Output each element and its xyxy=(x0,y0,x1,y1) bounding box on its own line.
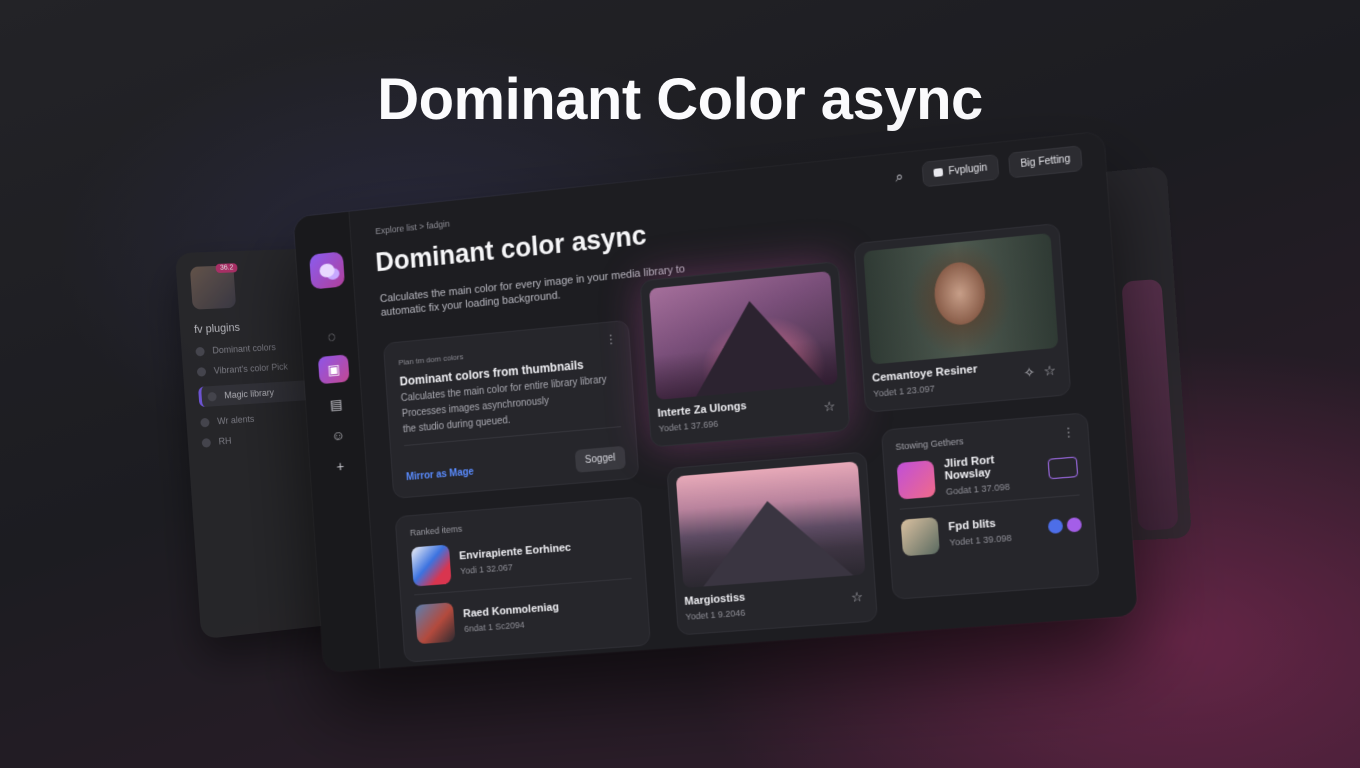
ghost-item-label: Magic library xyxy=(224,387,274,400)
ghost-item-label: RH xyxy=(218,436,231,447)
palette-icon: ◌ xyxy=(327,328,336,344)
item-title: Fpd blits xyxy=(948,516,1011,533)
hero-title: Dominant Color async xyxy=(0,66,1360,133)
item-thumbnail xyxy=(415,602,456,644)
item-dot-icon xyxy=(195,346,205,356)
image-card[interactable]: Margiostiss Yodet 1 9.2046 ☆ xyxy=(666,451,878,635)
plugin-button-label: Fvplugin xyxy=(948,162,988,177)
list-item[interactable]: Fpd blits Yodet 1 39.098 xyxy=(901,506,1083,557)
gallery-icon: ▣ xyxy=(327,360,340,378)
app-logo[interactable] xyxy=(309,251,345,289)
item-title: Jlird Rort Nowslay xyxy=(943,451,1038,483)
main-content: Explore list > fadgin Dominant color asy… xyxy=(361,132,1138,668)
item-dot-icon xyxy=(202,438,212,448)
settings-button[interactable]: Big Fetting xyxy=(1008,145,1083,178)
item-thumbnail xyxy=(897,460,936,500)
item-thumbnail xyxy=(901,517,940,556)
sparkle-icon[interactable]: ✧ xyxy=(1023,364,1035,381)
plugin-card: ⋮ Plan tm dom colors Dominant colors fro… xyxy=(383,320,640,499)
list-item[interactable]: Envirapiente Eorhinec Yodi 1 32.067 xyxy=(411,530,631,586)
star-icon[interactable]: ☆ xyxy=(1043,362,1056,379)
image-card[interactable]: Cemantoye Resiner Yodet 1 23.097 ✧ ☆ xyxy=(853,223,1071,413)
rail-calendar-button[interactable]: ▤ xyxy=(320,389,352,419)
rail-add-button[interactable]: + xyxy=(324,451,356,481)
plus-icon: + xyxy=(336,458,345,474)
item-thumbnail xyxy=(411,545,452,587)
kebab-icon[interactable]: ⋮ xyxy=(1062,425,1076,440)
trending-card: ⋮ Stowing Gethers Jlird Rort Nowslay God… xyxy=(881,412,1100,600)
plugin-toggle-button[interactable]: Soggel xyxy=(575,446,626,473)
item-meta: Yodet 1 39.098 xyxy=(949,533,1012,548)
rail-palette-button[interactable]: ◌ xyxy=(316,321,348,351)
item-meta: Godat 1 37.098 xyxy=(946,479,1040,497)
search-icon: ⌕ xyxy=(895,168,904,186)
settings-button-label: Big Fetting xyxy=(1020,153,1071,169)
search-button[interactable]: ⌕ xyxy=(885,162,913,191)
image-preview xyxy=(863,233,1058,365)
list-item[interactable]: Jlird Rort Nowslay Godat 1 37.098 xyxy=(896,447,1078,500)
image-card[interactable]: Interte Za Ulongs Yodet 1 37.696 ☆ xyxy=(640,261,851,447)
rail-gallery-button[interactable]: ▣ xyxy=(318,354,350,384)
plugin-link[interactable]: Mirror as Mage xyxy=(406,467,474,483)
ghost-thumbnail: 36.2 xyxy=(190,265,236,309)
logo-icon xyxy=(319,263,335,278)
cloud-icon xyxy=(934,168,944,177)
star-icon[interactable]: ☆ xyxy=(851,589,864,606)
image-preview xyxy=(649,271,838,400)
image-preview xyxy=(676,461,866,588)
plugin-button[interactable]: Fvplugin xyxy=(922,153,1000,186)
trending-heading: Stowing Gethers xyxy=(895,427,1075,452)
list-item[interactable]: Raed Konmoleniag 6ndat 1 Sc2094 xyxy=(415,589,635,644)
blue-dot-icon xyxy=(1048,519,1064,534)
ranked-card: Ranked items Envirapiente Eorhinec Yodi … xyxy=(395,496,651,662)
emoji-icon: ☺ xyxy=(331,427,345,444)
app-window: ◌ ▣ ▤ ☺ + Explore list > fadgin Dominant… xyxy=(293,132,1137,673)
ghost-badge: 36.2 xyxy=(216,263,238,273)
item-dot-icon xyxy=(197,367,207,377)
kebab-icon[interactable]: ⋮ xyxy=(605,332,618,347)
item-meta: 6ndat 1 Sc2094 xyxy=(464,617,560,634)
item-dot-icon xyxy=(207,391,216,401)
rail-emoji-button[interactable]: ☺ xyxy=(322,420,354,450)
ghost-item-label: Dominant colors xyxy=(212,342,276,355)
image-outline-icon[interactable] xyxy=(1047,456,1078,479)
breadcrumb: Explore list > fadgin xyxy=(375,219,450,237)
purple-dot-icon xyxy=(1066,517,1082,533)
ghost-item-label: Wr alents xyxy=(217,414,255,427)
star-icon[interactable]: ☆ xyxy=(823,398,836,415)
top-actions: ⌕ Fvplugin Big Fetting xyxy=(885,144,1083,191)
calendar-icon: ▤ xyxy=(329,395,342,413)
ghost-item-label: Vibrant's color Pick xyxy=(213,361,288,375)
item-dot-icon xyxy=(200,417,210,427)
status-dots xyxy=(1048,517,1082,534)
